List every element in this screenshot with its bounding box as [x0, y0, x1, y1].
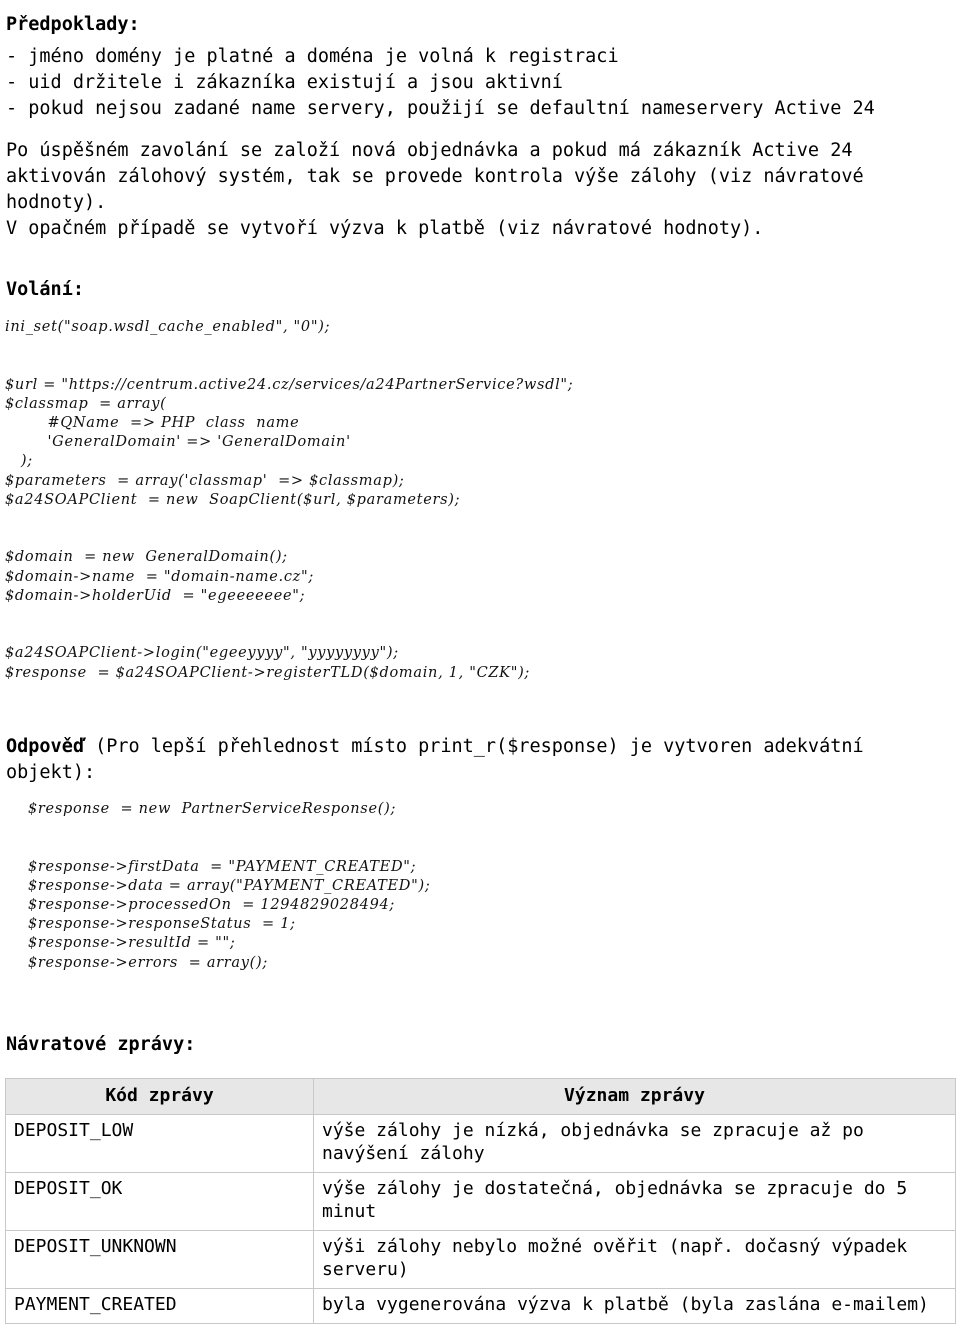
- message-meaning: výši zálohy nebylo možné ověřit (např. d…: [313, 1230, 956, 1289]
- message-meaning: byla vygenerována výzva k platbě (byla z…: [313, 1288, 956, 1324]
- call-code-block: ini_set("soap.wsdl_cache_enabled", "0");…: [5, 319, 574, 681]
- response-heading-bold: Odpověď: [6, 736, 84, 757]
- assumptions-list: - jméno domény je platné a doména je vol…: [6, 46, 875, 119]
- call-heading: Volání:: [6, 279, 84, 300]
- message-code: DEPOSIT_LOW: [5, 1114, 314, 1173]
- column-header-meaning: Význam zprávy: [313, 1078, 956, 1115]
- table-row: DEPOSIT_LOW výše zálohy je nízká, objedn…: [5, 1114, 956, 1173]
- message-code: PAYMENT_CREATED: [5, 1288, 314, 1324]
- message-code: DEPOSIT_UNKNOWN: [5, 1230, 314, 1289]
- message-code: DEPOSIT_OK: [5, 1172, 314, 1231]
- table-row: DEPOSIT_UNKNOWN výši zálohy nebylo možné…: [5, 1230, 956, 1289]
- response-code-block: $response = new PartnerServiceResponse()…: [28, 801, 431, 971]
- assumptions-heading: Předpoklady:: [6, 14, 140, 35]
- response-heading-rest: (Pro lepší přehlednost místo print_r($re…: [6, 736, 875, 783]
- return-messages-table: Kód zprávy Význam zprávy DEPOSIT_LOW výš…: [5, 1078, 956, 1324]
- response-heading: Odpověď (Pro lepší přehlednost místo pri…: [6, 734, 936, 786]
- document-page: Předpoklady: - jméno domény je platné a …: [0, 0, 960, 1341]
- return-messages-heading: Návratové zprávy:: [6, 1034, 196, 1055]
- column-header-code: Kód zprávy: [5, 1078, 314, 1115]
- message-meaning: výše zálohy je nízká, objednávka se zpra…: [313, 1114, 956, 1173]
- flow-description-paragraph: Po úspěšném zavolání se založí nová obje…: [6, 140, 864, 239]
- message-meaning: výše zálohy je dostatečná, objednávka se…: [313, 1172, 956, 1231]
- table-header-row: Kód zprávy Význam zprávy: [5, 1078, 956, 1115]
- table-row: DEPOSIT_OK výše zálohy je dostatečná, ob…: [5, 1172, 956, 1231]
- table-row: PAYMENT_CREATED byla vygenerována výzva …: [5, 1288, 956, 1324]
